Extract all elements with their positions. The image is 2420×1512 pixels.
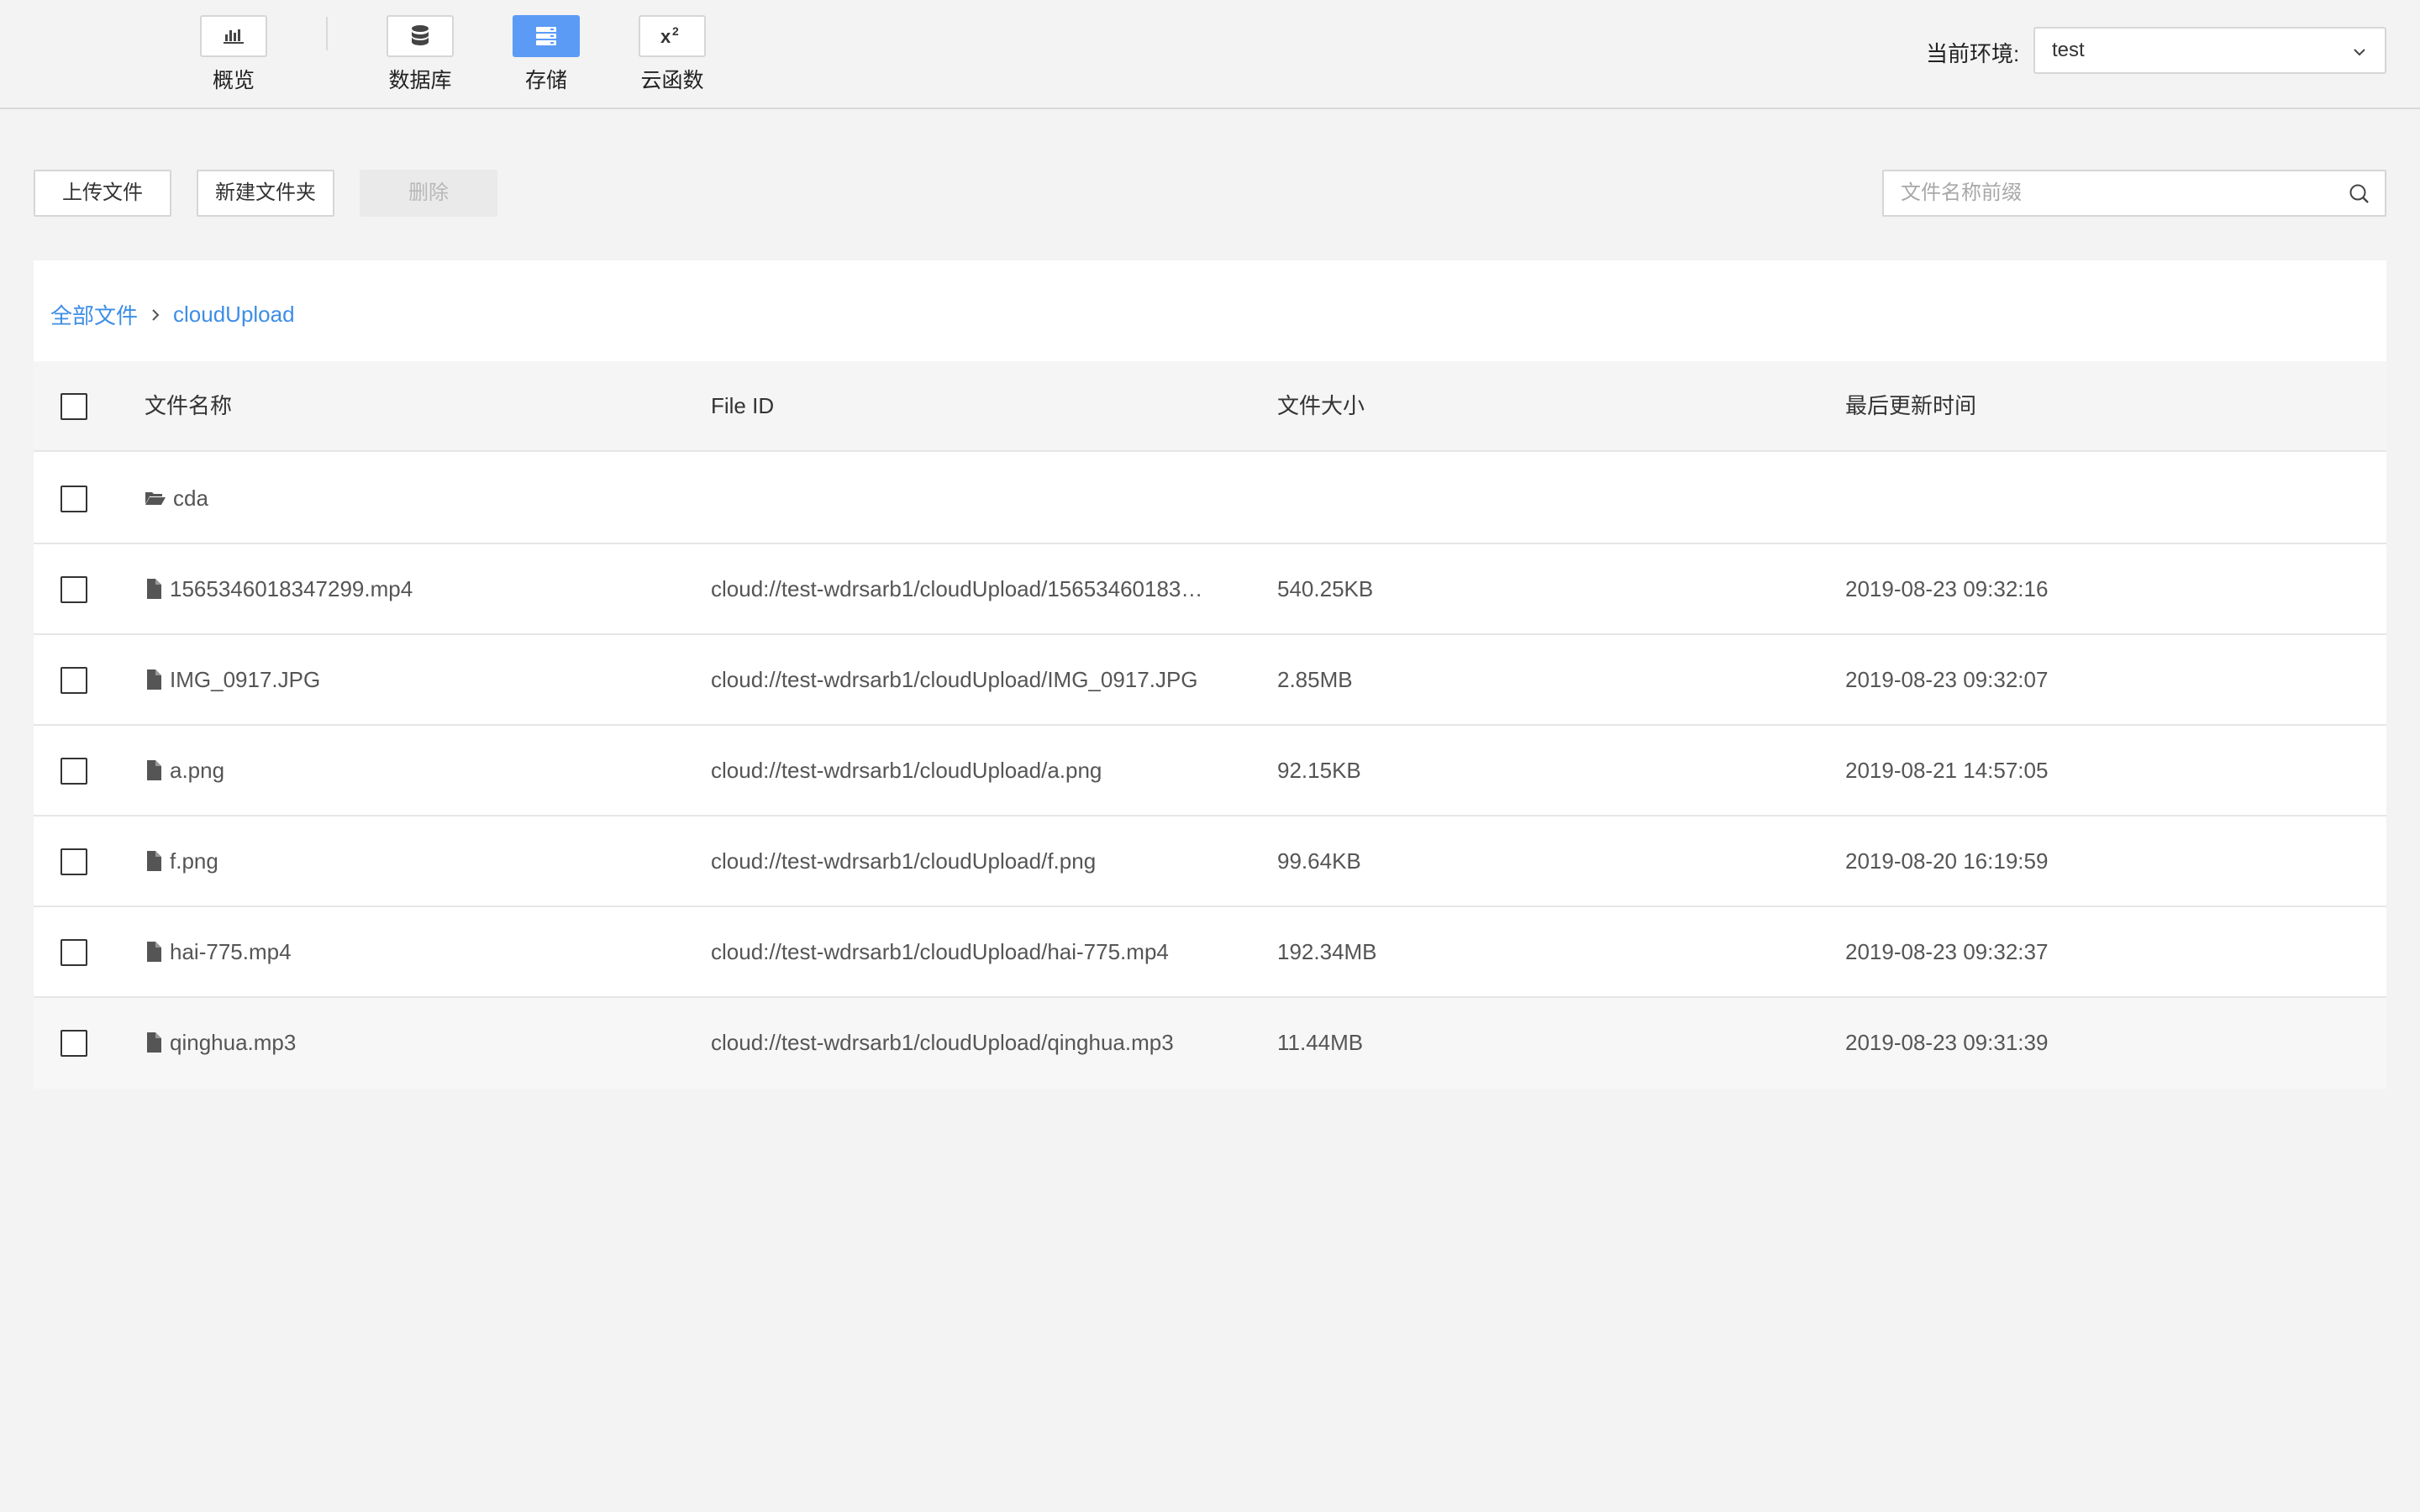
file-size-cell: 11.44MB: [1277, 1030, 1364, 1055]
env-select[interactable]: test: [2033, 27, 2386, 74]
row-checkbox[interactable]: [60, 667, 87, 694]
file-id-cell: cloud://test-wdrsarb1/cloudUpload/a.png: [711, 758, 1102, 783]
file-icon: [147, 760, 161, 780]
search-icon[interactable]: [2348, 182, 2371, 206]
file-name-cell: hai-775.mp4: [145, 907, 682, 996]
table-row[interactable]: IMG_0917.JPG cloud://test-wdrsarb1/cloud…: [34, 635, 2386, 726]
table-header: 文件名称 File ID 文件大小 最后更新时间: [34, 361, 2386, 452]
file-time-cell: 2019-08-23 09:32:16: [1845, 576, 2049, 601]
file-size-cell: 192.34MB: [1277, 939, 1377, 964]
file-time-cell: 2019-08-21 14:57:05: [1845, 758, 2049, 783]
table-row[interactable]: a.png cloud://test-wdrsarb1/cloudUpload/…: [34, 726, 2386, 816]
breadcrumb-root-link[interactable]: 全部文件: [50, 299, 138, 330]
file-time-cell: 2019-08-20 16:19:59: [1845, 848, 2049, 874]
file-name-cell: IMG_0917.JPG: [145, 635, 682, 724]
toolbar-function-label: 云函数: [640, 69, 704, 92]
file-icon: [147, 579, 161, 599]
table-row[interactable]: cda: [34, 454, 2386, 544]
file-time-cell: 2019-08-23 09:31:39: [1845, 1030, 2049, 1055]
file-name-cell: f.png: [145, 816, 682, 906]
row-checkbox[interactable]: [60, 939, 87, 966]
file-size-cell: 540.25KB: [1277, 576, 1374, 601]
column-header-file-id: File ID: [711, 393, 775, 418]
file-name-link[interactable]: IMG_0917.JPG: [170, 635, 320, 724]
toolbar-database-label: 数据库: [388, 69, 452, 92]
chevron-right-icon: [150, 307, 161, 323]
folder-open-icon: [145, 492, 166, 505]
file-id-cell: [711, 454, 1249, 543]
file-name-cell: a.png: [145, 726, 682, 815]
function-icon: x 2: [660, 24, 679, 47]
top-toolbar: 概览 数据库 存储 x 2 云函数 当前环境: test: [0, 0, 2420, 109]
search-box: [1882, 170, 2386, 217]
env-select-value: test: [2052, 39, 2085, 61]
svg-text:x: x: [660, 26, 671, 47]
toolbar-overview-label: 概览: [212, 69, 255, 92]
search-input[interactable]: [1901, 171, 2338, 215]
table-row[interactable]: hai-775.mp4 cloud://test-wdrsarb1/cloudU…: [34, 907, 2386, 998]
file-size-cell: [1277, 454, 1697, 543]
file-panel: 全部文件 cloudUpload 文件名称 File ID 文件大小 最后更新时…: [34, 260, 2386, 1089]
file-size-cell: 99.64KB: [1277, 848, 1361, 874]
breadcrumb-current-link[interactable]: cloudUpload: [173, 302, 295, 328]
toolbar-overview-button[interactable]: 概览: [200, 15, 267, 94]
toolbar-divider: [326, 17, 328, 50]
file-size-cell: 92.15KB: [1277, 758, 1361, 783]
toolbar-storage-button[interactable]: 存储: [513, 15, 580, 94]
file-name-link[interactable]: qinghua.mp3: [170, 998, 296, 1087]
chevron-down-icon: [2354, 49, 2365, 56]
column-header-name: 文件名称: [145, 393, 233, 418]
upload-file-button[interactable]: 上传文件: [34, 170, 171, 217]
folder-name-link[interactable]: cda: [173, 454, 208, 543]
row-checkbox[interactable]: [60, 1030, 87, 1057]
file-size-cell: 2.85MB: [1277, 667, 1353, 692]
file-name-cell: 1565346018347299.mp4: [145, 544, 682, 633]
row-checkbox[interactable]: [60, 758, 87, 785]
column-header-size: 文件大小: [1277, 393, 1365, 418]
table-row[interactable]: f.png cloud://test-wdrsarb1/cloudUpload/…: [34, 816, 2386, 907]
new-folder-button[interactable]: 新建文件夹: [197, 170, 334, 217]
file-icon: [147, 1032, 161, 1053]
file-name-cell: cda: [145, 454, 682, 543]
file-name-link[interactable]: a.png: [170, 726, 224, 815]
svg-text:2: 2: [672, 24, 679, 38]
table-row[interactable]: qinghua.mp3 cloud://test-wdrsarb1/cloudU…: [34, 998, 2386, 1089]
toolbar-storage-label: 存储: [524, 69, 567, 92]
file-icon: [147, 851, 161, 871]
toolbar-database-button[interactable]: 数据库: [387, 15, 454, 94]
file-id-cell: cloud://test-wdrsarb1/cloudUpload/hai-77…: [711, 939, 1169, 964]
file-icon: [147, 942, 161, 962]
env-label: 当前环境:: [1926, 41, 2020, 66]
file-time-cell: 2019-08-23 09:32:07: [1845, 667, 2049, 692]
file-name-link[interactable]: 1565346018347299.mp4: [170, 544, 413, 633]
file-id-cell: cloud://test-wdrsarb1/cloudUpload/156534…: [711, 576, 1203, 601]
column-header-updated: 最后更新时间: [1845, 393, 1977, 418]
file-id-cell: cloud://test-wdrsarb1/cloudUpload/IMG_09…: [711, 667, 1198, 692]
file-name-link[interactable]: f.png: [170, 816, 218, 906]
toolbar-function-button[interactable]: x 2 云函数: [639, 15, 706, 94]
row-checkbox[interactable]: [60, 486, 87, 512]
file-name-cell: qinghua.mp3: [145, 998, 682, 1087]
table-row[interactable]: 1565346018347299.mp4 cloud://test-wdrsar…: [34, 544, 2386, 635]
file-id-cell: cloud://test-wdrsarb1/cloudUpload/f.png: [711, 848, 1097, 874]
file-time-cell: [1845, 454, 2349, 543]
file-name-link[interactable]: hai-775.mp4: [170, 907, 292, 996]
row-checkbox[interactable]: [60, 848, 87, 875]
storage-icon: [536, 27, 556, 45]
chart-icon: [224, 29, 244, 44]
file-id-cell: cloud://test-wdrsarb1/cloudUpload/qinghu…: [711, 1030, 1174, 1055]
delete-button[interactable]: 删除: [360, 170, 497, 217]
breadcrumb: 全部文件 cloudUpload: [50, 299, 295, 330]
select-all-checkbox[interactable]: [60, 393, 87, 420]
file-icon: [147, 669, 161, 690]
row-checkbox[interactable]: [60, 576, 87, 603]
database-icon: [412, 25, 429, 45]
file-time-cell: 2019-08-23 09:32:37: [1845, 939, 2049, 964]
